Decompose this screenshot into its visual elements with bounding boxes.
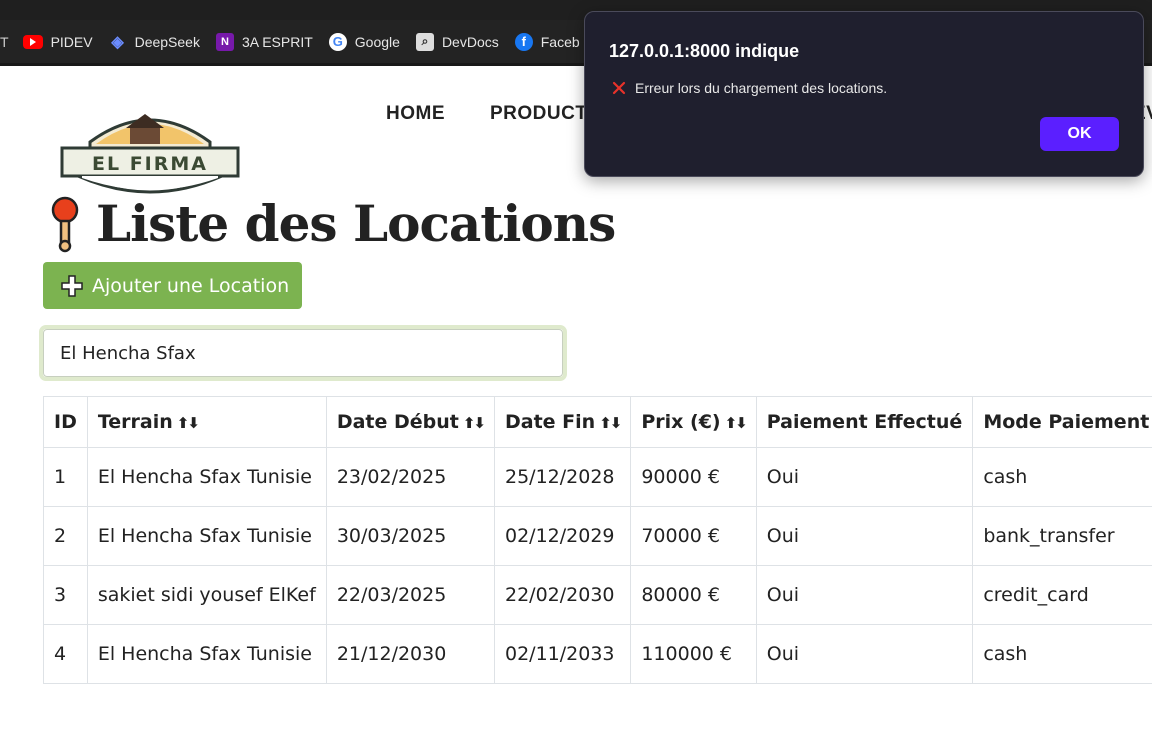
devdocs-icon: ⌕	[415, 32, 434, 51]
cell-paiement: Oui	[755, 624, 974, 684]
cell-id: 4	[43, 624, 88, 684]
col-mode: Mode Paiement	[972, 396, 1152, 448]
pushpin-icon	[51, 196, 79, 252]
onenote-icon: N	[215, 32, 234, 51]
cell-prix: 70000 €	[630, 506, 757, 566]
site-logo[interactable]: EL FIRMA	[60, 104, 240, 206]
cell-terrain: sakiet sidi yousef ElKef	[86, 565, 327, 625]
search-focus-ring	[39, 325, 567, 381]
cell-date-debut: 30/03/2025	[325, 506, 496, 566]
cell-prix: 90000 €	[630, 447, 757, 507]
logo-text: EL FIRMA	[92, 153, 208, 175]
ok-button[interactable]: OK	[1040, 117, 1119, 151]
cell-terrain: El Hencha Sfax Tunisie	[86, 506, 327, 566]
cell-mode: cash	[972, 624, 1152, 684]
sort-icon[interactable]: ⬆⬇	[599, 414, 622, 432]
google-icon: G	[328, 32, 347, 51]
cell-date-debut: 22/03/2025	[325, 565, 496, 625]
add-location-button[interactable]: Ajouter une Location	[43, 262, 302, 309]
bookmark-label: DeepSeek	[134, 33, 200, 50]
bookmark-3a-esprit[interactable]: N 3A ESPRIT	[208, 27, 321, 57]
cell-id: 2	[43, 506, 88, 566]
cell-mode: credit_card	[972, 565, 1152, 625]
dialog-message: Erreur lors du chargement des locations.	[611, 80, 887, 96]
col-prix[interactable]: Prix (€) ⬆⬇	[630, 396, 757, 448]
bookmark-partial[interactable]: T	[0, 27, 15, 57]
bookmark-label: Google	[354, 33, 400, 50]
nav-products[interactable]: PRODUCT	[490, 103, 587, 125]
cell-mode: cash	[972, 447, 1152, 507]
cell-paiement: Oui	[755, 447, 974, 507]
plus-icon	[61, 274, 83, 297]
table-row: 1 El Hencha Sfax Tunisie 23/02/2025 25/1…	[43, 447, 1152, 507]
cell-paiement: Oui	[755, 565, 974, 625]
cell-id: 1	[43, 447, 88, 507]
bookmark-facebook[interactable]: f Faceb	[507, 27, 588, 57]
error-x-icon	[612, 81, 626, 95]
col-paiement: Paiement Effectué	[755, 396, 974, 448]
youtube-icon	[22, 34, 43, 49]
cell-date-fin: 02/12/2029	[493, 506, 632, 566]
cell-date-debut: 21/12/2030	[325, 624, 496, 684]
cell-date-fin: 02/11/2033	[493, 624, 632, 684]
table-row: 2 El Hencha Sfax Tunisie 30/03/2025 02/1…	[43, 506, 1152, 566]
cell-terrain: El Hencha Sfax Tunisie	[86, 447, 327, 507]
facebook-icon: f	[514, 32, 533, 51]
add-location-label: Ajouter une Location	[92, 274, 290, 297]
bookmark-google[interactable]: G Google	[321, 27, 408, 57]
page-header: Liste des Locations	[46, 194, 616, 253]
cell-date-fin: 22/02/2030	[493, 565, 632, 625]
bookmark-pidev[interactable]: PIDEV	[15, 27, 101, 57]
cell-prix: 80000 €	[630, 565, 757, 625]
nav-home[interactable]: HOME	[386, 103, 445, 125]
bookmark-devdocs[interactable]: ⌕ DevDocs	[408, 27, 507, 57]
dialog-message-text: Erreur lors du chargement des locations.	[635, 80, 888, 96]
bookmark-label: PIDEV	[50, 33, 93, 50]
bookmark-label: Faceb	[540, 33, 580, 50]
col-id: ID	[43, 396, 88, 448]
locations-table: ID Terrain ⬆⬇ Date Début ⬆⬇ Date Fin ⬆⬇ Pri…	[43, 396, 1152, 684]
page-title: Liste des Locations	[96, 194, 616, 253]
cell-paiement: Oui	[755, 506, 974, 566]
cell-date-fin: 25/12/2028	[493, 447, 632, 507]
sort-icon[interactable]: ⬆⬇	[177, 414, 200, 432]
table-row: 4 El Hencha Sfax Tunisie 21/12/2030 02/1…	[43, 624, 1152, 684]
alert-dialog: 127.0.0.1:8000 indique Erreur lors du ch…	[584, 11, 1144, 177]
cell-id: 3	[43, 565, 88, 625]
farm-logo-icon: EL FIRMA	[60, 114, 240, 194]
search-input[interactable]	[43, 329, 563, 377]
bookmark-label: 3A ESPRIT	[241, 33, 313, 50]
sort-icon[interactable]: ⬆⬇	[725, 414, 748, 432]
sort-icon[interactable]: ⬆⬇	[463, 414, 486, 432]
cell-date-debut: 23/02/2025	[325, 447, 496, 507]
cell-mode: bank_transfer	[972, 506, 1152, 566]
table-header-row: ID Terrain ⬆⬇ Date Début ⬆⬇ Date Fin ⬆⬇ Pri…	[43, 396, 1152, 448]
col-date-fin[interactable]: Date Fin ⬆⬇	[493, 396, 632, 448]
bookmark-deepseek[interactable]: ◈ DeepSeek	[101, 27, 208, 57]
dialog-title: 127.0.0.1:8000 indique	[609, 41, 800, 61]
cell-prix: 110000 €	[630, 624, 757, 684]
deepseek-icon: ◈	[111, 33, 124, 51]
bookmark-label: DevDocs	[441, 33, 499, 50]
col-terrain[interactable]: Terrain ⬆⬇	[86, 396, 327, 448]
table-row: 3 sakiet sidi yousef ElKef 22/03/2025 22…	[43, 565, 1152, 625]
cell-terrain: El Hencha Sfax Tunisie	[86, 624, 327, 684]
col-date-debut[interactable]: Date Début ⬆⬇	[325, 396, 496, 448]
